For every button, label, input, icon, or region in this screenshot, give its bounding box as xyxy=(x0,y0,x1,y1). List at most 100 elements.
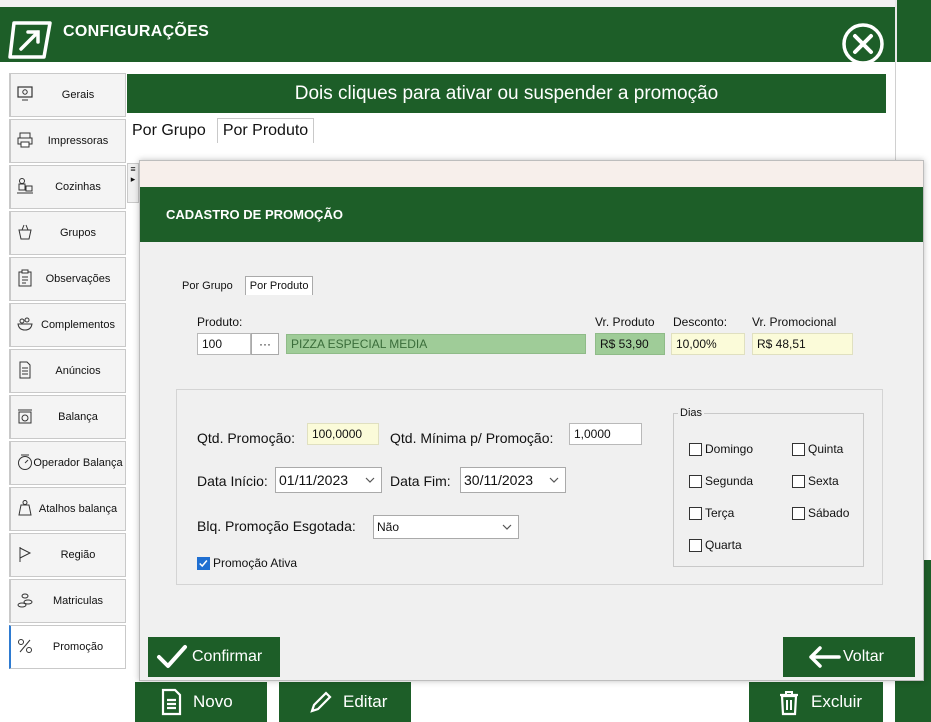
dia-quarta-checkbox[interactable]: Quarta xyxy=(689,538,742,552)
sidebar-item-label: Complementos xyxy=(41,319,115,331)
data-fim-label: Data Fim: xyxy=(390,473,451,489)
sidebar-item-label: Operador Balança xyxy=(33,457,123,469)
clipboard-icon xyxy=(18,269,32,287)
sidebar-item-complementos[interactable]: Complementos xyxy=(9,303,126,347)
novo-label: Novo xyxy=(193,692,233,711)
editar-button[interactable]: Editar xyxy=(279,682,411,722)
close-icon[interactable] xyxy=(837,20,889,66)
app-header: CONFIGURAÇÕES xyxy=(0,7,895,65)
data-fim-value: 30/11/2023 xyxy=(464,472,534,488)
promotion-icon xyxy=(18,639,32,653)
vr-promocional-field[interactable]: R$ 48,51 xyxy=(752,333,853,355)
chef-icon xyxy=(17,178,33,194)
sidebar-item-observacoes[interactable]: Observações xyxy=(9,257,126,301)
confirmar-label: Confirmar xyxy=(192,648,263,665)
dia-label: Quinta xyxy=(808,442,844,456)
sidebar-item-atalhos-balanca[interactable]: Atalhos balança xyxy=(9,487,126,531)
sidebar-item-label: Matriculas xyxy=(52,595,104,607)
trash-icon xyxy=(780,691,798,716)
excluir-button[interactable]: Excluir xyxy=(749,682,883,722)
sidebar-item-impressoras[interactable]: Impressoras xyxy=(9,119,126,163)
vr-produto-field: R$ 53,90 xyxy=(595,333,665,355)
document-icon xyxy=(161,688,182,716)
dia-sabado-checkbox[interactable]: Sábado xyxy=(792,506,849,520)
voltar-label: Voltar xyxy=(843,648,884,665)
sidebar-item-grupos[interactable]: Grupos xyxy=(9,211,126,255)
checkbox-box xyxy=(689,474,702,488)
data-fim-picker[interactable]: 30/11/2023 xyxy=(460,467,566,493)
data-inicio-value: 01/11/2023 xyxy=(279,472,349,488)
qtd-promocao-field[interactable]: 100,0000 xyxy=(307,423,379,445)
promocao-ativa-checkbox[interactable]: Promoção Ativa xyxy=(197,556,297,570)
checkbox-checked-icon xyxy=(197,556,210,570)
chevron-down-icon xyxy=(549,477,559,483)
sidebar-item-matriculas[interactable]: Matriculas xyxy=(9,579,126,623)
qtd-minima-field[interactable]: 1,0000 xyxy=(569,423,642,445)
dia-label: Terça xyxy=(705,506,735,520)
dialog-title-bar xyxy=(140,161,923,187)
sidebar-item-label: Balança xyxy=(58,411,98,423)
page-banner: Dois cliques para ativar ou suspender a … xyxy=(127,74,886,113)
sidebar-item-anuncios[interactable]: Anúncios xyxy=(9,349,126,393)
qtd-minima-label: Qtd. Mínima p/ Promoção: xyxy=(390,430,554,446)
produto-code-field[interactable]: 100 xyxy=(197,333,251,355)
produto-label: Produto: xyxy=(197,315,243,329)
dia-label: Quarta xyxy=(705,538,742,552)
dia-segunda-checkbox[interactable]: Segunda xyxy=(689,474,753,488)
basket-icon xyxy=(18,224,32,240)
promotion-dialog: CADASTRO DE PROMOÇÃO Por Grupo Por Produ… xyxy=(139,160,924,681)
sidebar-item-gerais[interactable]: Gerais xyxy=(9,73,126,117)
sidebar-item-regiao[interactable]: Região xyxy=(9,533,126,577)
tab-por-grupo[interactable]: Por Grupo xyxy=(180,277,235,295)
dia-sexta-checkbox[interactable]: Sexta xyxy=(792,474,839,488)
tab-por-produto[interactable]: Por Produto xyxy=(216,118,315,143)
dias-title: Dias xyxy=(678,407,705,419)
tab-por-produto[interactable]: Por Produto xyxy=(244,276,314,295)
dia-label: Segunda xyxy=(705,474,754,488)
vr-produto-label: Vr. Produto xyxy=(595,315,655,329)
dia-domingo-checkbox[interactable]: Domingo xyxy=(689,442,753,456)
qtd-promocao-value: 100,0000 xyxy=(312,427,363,441)
produto-name-field: PIZZA ESPECIAL MEDIA xyxy=(286,334,586,354)
voltar-button[interactable]: Voltar xyxy=(783,637,915,677)
dialog-tabs: Por Grupo Por Produto xyxy=(180,273,314,295)
dialog-header: CADASTRO DE PROMOÇÃO xyxy=(140,187,923,242)
coins-icon xyxy=(17,593,33,608)
sidebar-item-label: Cozinhas xyxy=(55,181,101,193)
bowl-icon xyxy=(17,317,33,331)
sidebar-item-promocao[interactable]: Promoção xyxy=(9,625,126,669)
sidebar-item-cozinhas[interactable]: Cozinhas xyxy=(9,165,126,209)
sidebar-item-operador-balanca[interactable]: Operador Balança xyxy=(9,441,126,485)
sidebar-item-label: Grupos xyxy=(59,227,97,239)
sidebar: Gerais Impressoras Cozinhas Grupos Obser… xyxy=(0,62,131,722)
vr-promocional-label: Vr. Promocional xyxy=(752,315,837,329)
product-search-button[interactable]: ··· xyxy=(251,333,279,355)
title-strip xyxy=(0,0,895,7)
scale-icon xyxy=(18,409,32,424)
vr-promocional-value: R$ 48,51 xyxy=(757,337,806,351)
sidebar-item-balanca[interactable]: Balança xyxy=(9,395,126,439)
dia-terca-checkbox[interactable]: Terça xyxy=(689,506,734,520)
window-title: CONFIGURAÇÕES xyxy=(63,23,210,40)
tab-por-grupo[interactable]: Por Grupo xyxy=(127,119,211,143)
monitor-gear-icon xyxy=(17,86,33,101)
confirmar-button[interactable]: Confirmar xyxy=(148,637,280,677)
desconto-label: Desconto: xyxy=(673,315,728,329)
desconto-field[interactable]: 10,00% xyxy=(671,333,745,355)
checkbox-box xyxy=(792,506,805,520)
pencil-icon xyxy=(310,691,332,713)
data-inicio-picker[interactable]: 01/11/2023 xyxy=(275,467,382,493)
sidebar-item-label: Anúncios xyxy=(55,365,101,377)
dia-quinta-checkbox[interactable]: Quinta xyxy=(792,442,843,456)
dia-label: Domingo xyxy=(705,442,754,456)
arrow-left-icon xyxy=(809,646,841,668)
page-tabs: Por Grupo Por Produto xyxy=(127,113,315,143)
blq-select[interactable]: Não xyxy=(373,515,519,539)
document-icon xyxy=(19,361,31,379)
grid-row-indicator: ≡ ▸ xyxy=(127,163,139,203)
checkmark-icon xyxy=(157,645,187,668)
novo-button[interactable]: Novo xyxy=(135,682,267,722)
checkbox-box xyxy=(792,474,805,488)
sidebar-item-label: Região xyxy=(60,549,96,561)
checkbox-box xyxy=(792,442,805,456)
